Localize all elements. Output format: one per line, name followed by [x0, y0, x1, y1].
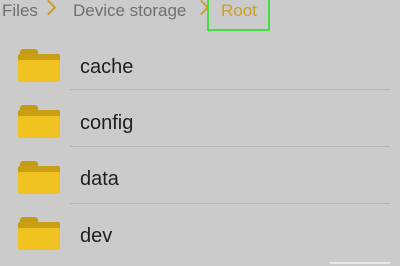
folder-icon — [18, 217, 60, 250]
breadcrumb-device-storage[interactable]: Device storage — [73, 0, 186, 22]
folder-icon — [18, 161, 60, 194]
breadcrumb-files[interactable]: Files — [2, 0, 38, 22]
list-item[interactable]: data — [0, 151, 400, 207]
file-name: cache — [80, 56, 134, 78]
divider — [70, 146, 390, 147]
divider — [70, 89, 390, 90]
breadcrumb: Files Device storage Root — [0, 0, 400, 31]
folder-icon — [18, 49, 60, 82]
divider — [70, 203, 390, 204]
file-name: dev — [80, 225, 113, 247]
list-item[interactable]: config — [0, 95, 400, 151]
list-item[interactable]: dev — [0, 208, 400, 264]
bottom-indicator — [330, 262, 390, 264]
highlight-box — [207, 0, 270, 31]
file-name: config — [80, 112, 134, 134]
chevron-right-icon — [40, 0, 57, 16]
file-name: data — [80, 168, 119, 190]
folder-icon — [18, 105, 60, 138]
list-item[interactable]: cache — [0, 38, 400, 94]
